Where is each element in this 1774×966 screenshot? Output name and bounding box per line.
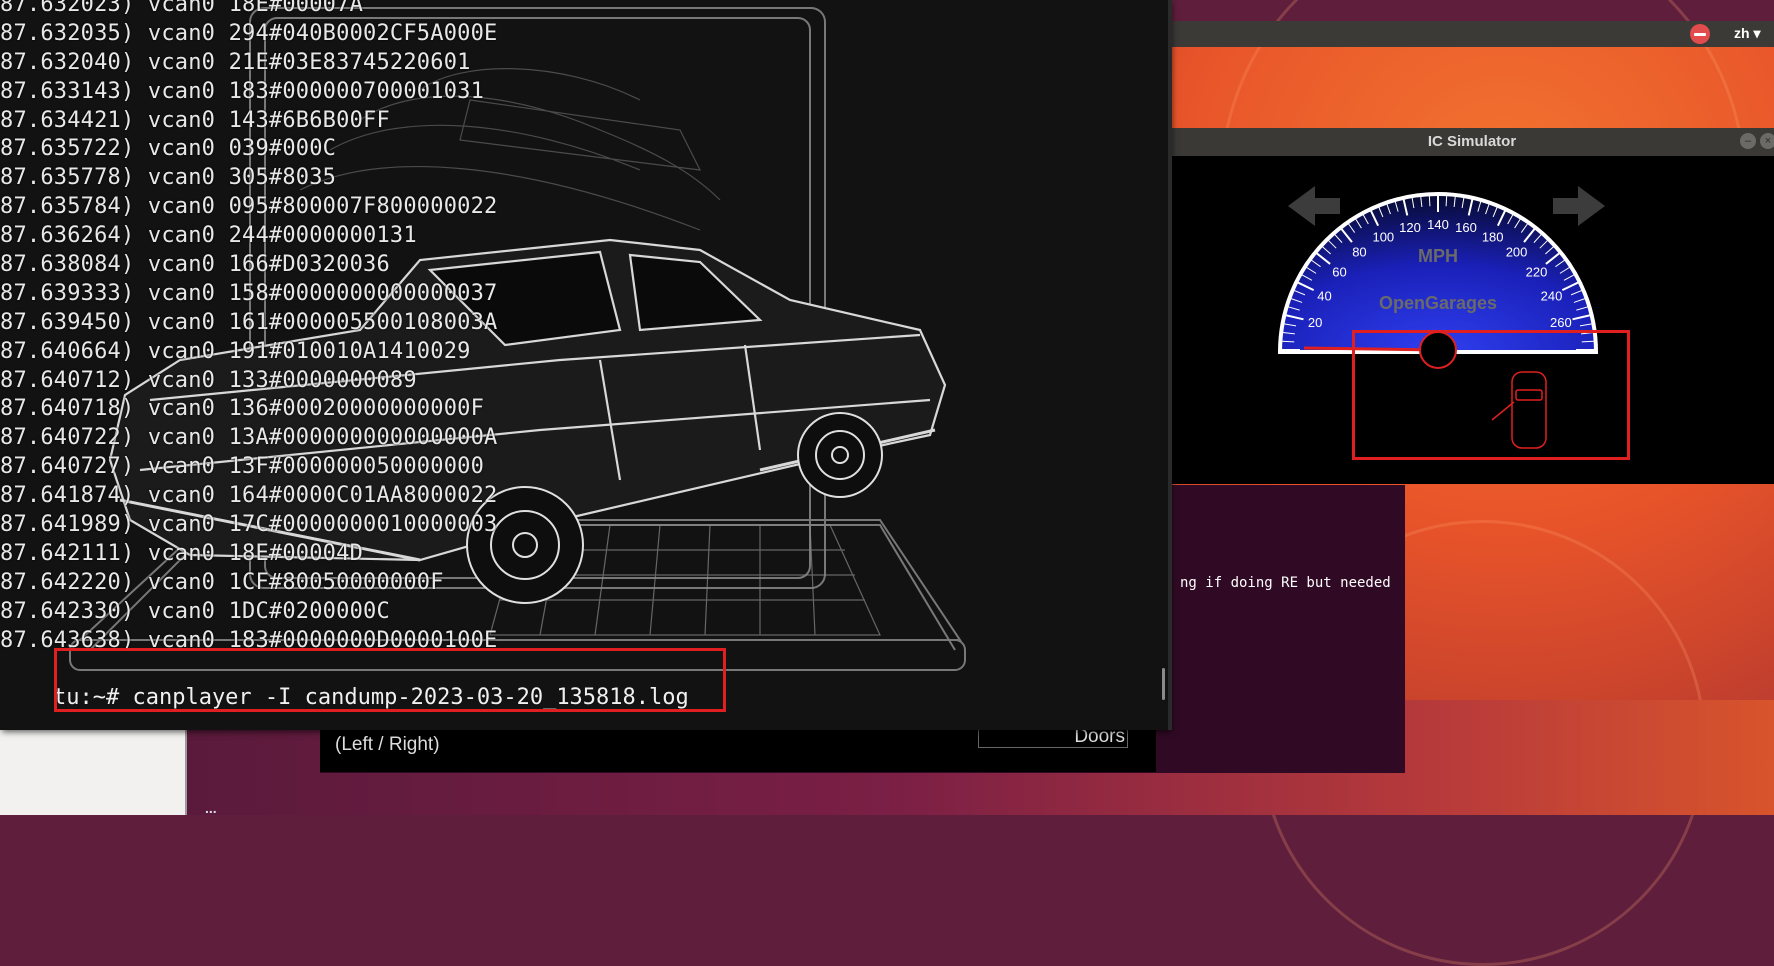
speedometer-tick-label: 260 bbox=[1550, 315, 1572, 330]
speedometer-tick-label: 180 bbox=[1482, 229, 1504, 244]
close-icon[interactable]: × bbox=[1760, 133, 1774, 149]
terminal-line: 87.636264) vcan0 244#0000000131 bbox=[0, 223, 417, 249]
speedometer-tick bbox=[1282, 340, 1295, 343]
speedometer-tick-label: 200 bbox=[1506, 244, 1528, 259]
terminal-line: 87.635722) vcan0 039#000C bbox=[0, 136, 337, 162]
speedometer-tick-label: 140 bbox=[1427, 217, 1449, 232]
terminal-line: 87.641989) vcan0 17C#0000000010000003 bbox=[0, 512, 498, 538]
terminal-line: 87.640727) vcan0 13F#000000050000000 bbox=[0, 454, 485, 480]
terminal-line: 87.632035) vcan0 294#040B0002CF5A000E bbox=[0, 20, 498, 46]
terminal-border bbox=[1168, 0, 1172, 730]
background-terminal-text: ng if doing RE but needed bbox=[1180, 575, 1391, 591]
terminal-line: 87.640718) vcan0 136#00020000000000F bbox=[0, 396, 485, 422]
speedometer-tick-label: 220 bbox=[1526, 264, 1548, 279]
terminal-output: 87.632023) vcan0 18E#00007A 87.632035) vc… bbox=[0, 0, 497, 655]
speedometer-tick-label: 100 bbox=[1372, 229, 1394, 244]
terminal-line: 87.639333) vcan0 158#0000000000000037 bbox=[0, 280, 498, 306]
background-text: ... bbox=[205, 800, 217, 816]
ic-simulator-titlebar[interactable]: IC Simulator bbox=[1170, 128, 1774, 157]
terminal-line: 87.632023) vcan0 18E#00007A bbox=[0, 0, 364, 17]
terminal-line: 87.640712) vcan0 133#0000000089 bbox=[0, 367, 417, 393]
terminal-line: 87.639450) vcan0 161#000005500108003A bbox=[0, 309, 498, 335]
speedometer-tick-label: 60 bbox=[1332, 264, 1346, 279]
terminal-window[interactable]: 87.632023) vcan0 18E#00007A 87.632035) vc… bbox=[0, 0, 1170, 730]
language-indicator[interactable]: zh ▾ bbox=[1734, 25, 1760, 42]
command-highlight-box bbox=[54, 648, 726, 712]
terminal-line: 87.640664) vcan0 191#010010A1410029 bbox=[0, 338, 471, 364]
top-panel bbox=[1100, 21, 1774, 47]
speedometer-tick bbox=[1428, 194, 1431, 207]
left-turn-signal-icon bbox=[1288, 186, 1340, 226]
speedometer-tick-label: 240 bbox=[1541, 288, 1563, 303]
speedometer-tick-label: 40 bbox=[1317, 288, 1331, 303]
terminal-line: 87.642330) vcan0 1DC#0200000C bbox=[0, 598, 390, 624]
speedometer-tick bbox=[1445, 194, 1448, 207]
no-entry-icon[interactable] bbox=[1690, 24, 1710, 44]
window-title: IC Simulator bbox=[1427, 133, 1517, 150]
cluster-highlight-box bbox=[1352, 330, 1630, 460]
terminal-line: 87.632040) vcan0 21E#03E83745220601 bbox=[0, 49, 471, 75]
terminal-scrollbar[interactable] bbox=[1162, 668, 1165, 700]
brand-label: OpenGarages bbox=[1379, 293, 1497, 313]
speedometer-tick-label: 20 bbox=[1308, 315, 1322, 330]
chevron-down-icon: ▾ bbox=[1753, 25, 1761, 41]
language-label: zh bbox=[1734, 25, 1750, 41]
terminal-line: 87.634421) vcan0 143#6B6B00FF bbox=[0, 107, 390, 133]
terminal-line: 87.638084) vcan0 166#D0320036 bbox=[0, 252, 390, 278]
terminal-line: 87.642220) vcan0 1CF#80050000000F bbox=[0, 569, 444, 595]
speed-unit-label: MPH bbox=[1418, 246, 1458, 266]
terminal-line: 87.635778) vcan0 305#8035 bbox=[0, 165, 337, 191]
terminal-line: 87.635784) vcan0 095#800007F800000022 bbox=[0, 194, 498, 220]
terminal-line: 87.633143) vcan0 183#000000700001031 bbox=[0, 78, 485, 104]
minimize-icon[interactable]: – bbox=[1740, 133, 1756, 149]
terminal-line: 87.642111) vcan0 18E#00004D bbox=[0, 540, 364, 566]
controls-hint: (Left / Right) bbox=[335, 734, 440, 755]
speedometer-tick-label: 160 bbox=[1455, 220, 1477, 235]
terminal-line: 87.640722) vcan0 13A#000000000000000A bbox=[0, 425, 498, 451]
right-turn-signal-icon bbox=[1553, 186, 1605, 226]
terminal-line: 87.641874) vcan0 164#0000C01AA8000022 bbox=[0, 483, 498, 509]
speedometer-tick-label: 80 bbox=[1352, 244, 1366, 259]
speedometer-tick-label: 120 bbox=[1399, 220, 1421, 235]
